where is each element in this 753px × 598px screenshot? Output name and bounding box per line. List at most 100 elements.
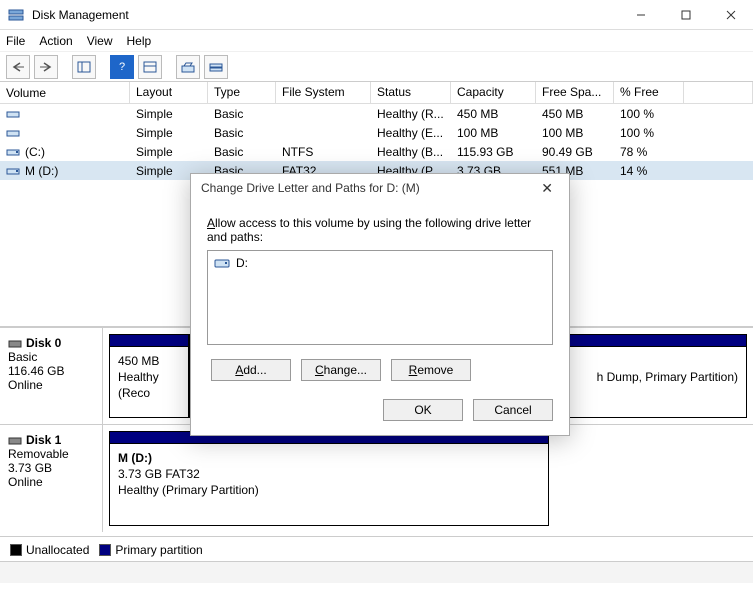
col-filesystem[interactable]: File System: [276, 82, 371, 104]
volume-icon: [6, 128, 20, 138]
volume-icon: [6, 109, 20, 119]
disk-icon: [8, 337, 22, 349]
change-drive-letter-dialog: Change Drive Letter and Paths for D: (M)…: [190, 173, 570, 436]
col-free[interactable]: Free Spa...: [536, 82, 614, 104]
disk-size: 3.73 GB: [8, 461, 94, 475]
dialog-title: Change Drive Letter and Paths for D: (M): [201, 181, 420, 195]
minimize-button[interactable]: [618, 0, 663, 29]
list-item[interactable]: D:: [212, 255, 548, 271]
cell-layout: Simple: [130, 124, 208, 142]
drive-icon: [214, 257, 230, 269]
add-button[interactable]: Add...: [211, 359, 291, 381]
toolbar-volume-icon[interactable]: [176, 55, 200, 79]
cell-pct: 100 %: [614, 124, 684, 142]
dialog-close-button[interactable]: ✕: [535, 178, 559, 199]
cell-capacity: 450 MB: [451, 105, 536, 123]
cell-free: 90.49 GB: [536, 143, 614, 161]
cell-fs: NTFS: [276, 143, 371, 161]
ok-button[interactable]: OK: [383, 399, 463, 421]
menu-view[interactable]: View: [87, 34, 113, 48]
drive-paths-listbox[interactable]: D:: [207, 250, 553, 345]
remove-button[interactable]: Remove: [391, 359, 471, 381]
disk-icon: [8, 434, 22, 446]
toolbar: ?: [0, 52, 753, 82]
separator: [100, 55, 106, 79]
col-layout[interactable]: Layout: [130, 82, 208, 104]
partition[interactable]: M (D:) 3.73 GB FAT32 Healthy (Primary Pa…: [109, 431, 549, 526]
cell-pct: 14 %: [614, 162, 684, 180]
separator: [166, 55, 172, 79]
cell-layout: Simple: [130, 143, 208, 161]
disk-kind: Basic: [8, 350, 94, 364]
cell-capacity: 100 MB: [451, 124, 536, 142]
close-button[interactable]: [708, 0, 753, 29]
cell-volume: [0, 107, 130, 121]
table-row[interactable]: SimpleBasicHealthy (R...450 MB450 MB100 …: [0, 104, 753, 123]
menubar: File Action View Help: [0, 30, 753, 52]
disk-label[interactable]: Disk 1 Removable 3.73 GB Online: [0, 425, 103, 532]
cell-volume: [0, 126, 130, 140]
cell-type: Basic: [208, 143, 276, 161]
cell-status: Healthy (E...: [371, 124, 451, 142]
app-icon: [8, 7, 24, 23]
legend: Unallocated Primary partition: [0, 537, 753, 561]
dialog-titlebar: Change Drive Letter and Paths for D: (M)…: [191, 174, 569, 202]
menu-help[interactable]: Help: [127, 34, 152, 48]
help-icon[interactable]: ?: [110, 55, 134, 79]
cell-pct: 78 %: [614, 143, 684, 161]
disk-kind: Removable: [8, 447, 94, 461]
toolbar-list-icon[interactable]: [138, 55, 162, 79]
col-volume[interactable]: Volume: [0, 82, 130, 104]
list-item-label: D:: [236, 256, 248, 270]
col-spacer: [684, 82, 753, 104]
cell-volume: (C:): [0, 143, 130, 161]
cell-type: Basic: [208, 105, 276, 123]
separator: [62, 55, 68, 79]
legend-primary: Primary partition: [99, 542, 202, 557]
cell-capacity: 115.93 GB: [451, 143, 536, 161]
partition-size: 3.73 GB FAT32: [118, 466, 540, 482]
statusbar: [0, 561, 753, 583]
disk-name: Disk 0: [26, 336, 61, 350]
col-pctfree[interactable]: % Free: [614, 82, 684, 104]
toolbar-disk-icon[interactable]: [204, 55, 228, 79]
col-status[interactable]: Status: [371, 82, 451, 104]
col-type[interactable]: Type: [208, 82, 276, 104]
cell-type: Basic: [208, 124, 276, 142]
cell-status: Healthy (R...: [371, 105, 451, 123]
legend-unallocated: Unallocated: [10, 542, 89, 557]
partition[interactable]: 450 MB Healthy (Reco: [109, 334, 189, 418]
forward-button[interactable]: [34, 55, 58, 79]
disk-label[interactable]: Disk 0 Basic 116.46 GB Online: [0, 328, 103, 424]
disk-name: Disk 1: [26, 433, 61, 447]
cell-fs: [276, 131, 371, 135]
disk-state: Online: [8, 378, 94, 392]
disk-partitions: M (D:) 3.73 GB FAT32 Healthy (Primary Pa…: [103, 425, 753, 532]
cell-free: 100 MB: [536, 124, 614, 142]
cell-volume: M (D:): [0, 162, 130, 180]
partition-title: M (D:): [118, 450, 540, 466]
menu-action[interactable]: Action: [39, 34, 72, 48]
disk-size: 116.46 GB: [8, 364, 94, 378]
cell-status: Healthy (B...: [371, 143, 451, 161]
cancel-button[interactable]: Cancel: [473, 399, 553, 421]
cell-layout: Simple: [130, 105, 208, 123]
cell-pct: 100 %: [614, 105, 684, 123]
volume-icon: [6, 147, 20, 157]
window-title: Disk Management: [32, 8, 618, 22]
disk-row: Disk 1 Removable 3.73 GB Online M (D:) 3…: [0, 424, 753, 532]
col-capacity[interactable]: Capacity: [451, 82, 536, 104]
dialog-instruction: Allow access to this volume by using the…: [207, 216, 553, 244]
disk-state: Online: [8, 475, 94, 489]
volume-icon: [6, 166, 20, 176]
titlebar: Disk Management: [0, 0, 753, 30]
back-button[interactable]: [6, 55, 30, 79]
table-row[interactable]: (C:)SimpleBasicNTFSHealthy (B...115.93 G…: [0, 142, 753, 161]
change-button[interactable]: Change...: [301, 359, 381, 381]
toolbar-view-icon[interactable]: [72, 55, 96, 79]
maximize-button[interactable]: [663, 0, 708, 29]
table-row[interactable]: SimpleBasicHealthy (E...100 MB100 MB100 …: [0, 123, 753, 142]
partition-status: Healthy (Reco: [118, 369, 180, 401]
menu-file[interactable]: File: [6, 34, 25, 48]
partition-size: 450 MB: [118, 353, 180, 369]
